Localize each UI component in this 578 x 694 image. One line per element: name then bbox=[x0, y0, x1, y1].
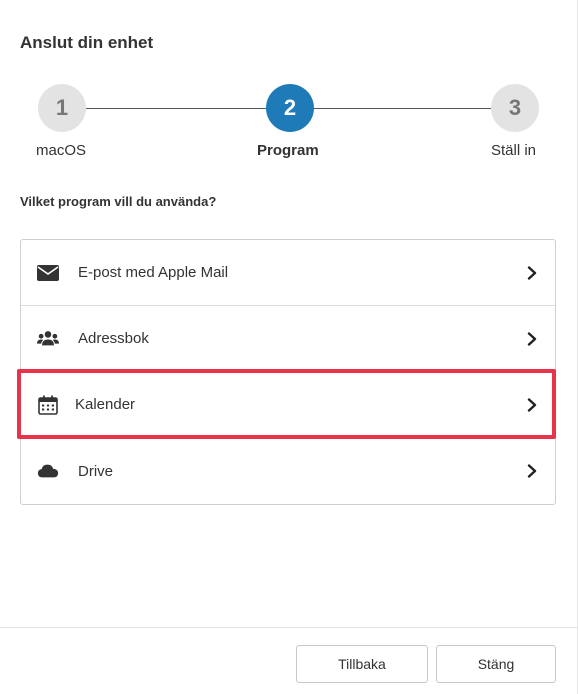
step-3-circle: 3 bbox=[491, 84, 539, 132]
chevron-right-icon bbox=[525, 464, 539, 478]
chevron-right-icon bbox=[525, 331, 539, 346]
app-item-address-book[interactable]: Adressbok bbox=[21, 306, 555, 372]
connect-device-dialog: Anslut din enhet 1 2 3 macOS Program Stä… bbox=[0, 0, 578, 694]
back-button[interactable]: Tillbaka bbox=[296, 645, 428, 683]
footer-divider bbox=[0, 627, 578, 628]
app-item-label: Drive bbox=[78, 462, 114, 480]
step-connector bbox=[86, 108, 266, 109]
chevron-right-icon bbox=[525, 265, 539, 280]
calendar-icon bbox=[37, 394, 59, 416]
users-icon bbox=[37, 328, 59, 350]
question-heading: Vilket program vill du använda? bbox=[20, 194, 217, 209]
chevron-right-icon bbox=[525, 397, 539, 412]
app-item-calendar[interactable]: Kalender bbox=[21, 372, 555, 438]
step-2-circle: 2 bbox=[266, 84, 314, 132]
app-list: E-post med Apple Mail Adressbok Kalender… bbox=[20, 239, 556, 505]
app-item-apple-mail[interactable]: E-post med Apple Mail bbox=[21, 240, 555, 306]
stepper: 1 2 3 macOS Program Ställ in bbox=[0, 84, 578, 164]
cloud-icon bbox=[37, 460, 59, 482]
step-connector bbox=[314, 108, 492, 109]
app-item-label: E-post med Apple Mail bbox=[78, 264, 229, 281]
step-2-label: Program bbox=[257, 142, 319, 159]
step-3-label: Ställ in bbox=[491, 142, 537, 159]
app-item-drive[interactable]: Drive bbox=[21, 438, 555, 504]
step-1-circle[interactable]: 1 bbox=[38, 84, 86, 132]
app-item-label: Kalender bbox=[75, 396, 136, 413]
close-button[interactable]: Stäng bbox=[436, 645, 556, 683]
envelope-icon bbox=[37, 262, 59, 284]
step-1-label: macOS bbox=[36, 142, 87, 159]
app-item-label: Adressbok bbox=[78, 330, 149, 347]
dialog-title: Anslut din enhet bbox=[20, 33, 154, 52]
